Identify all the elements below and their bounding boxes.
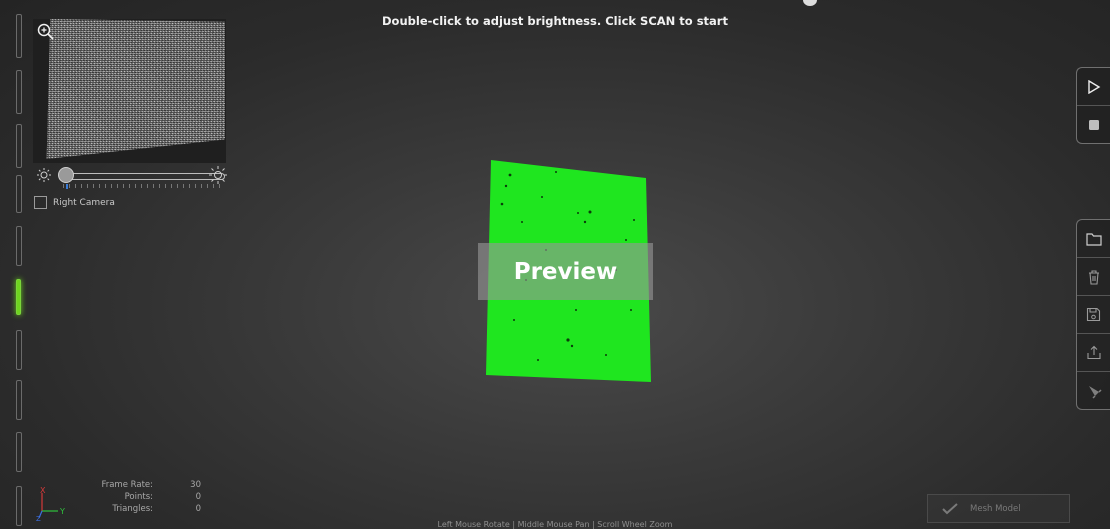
- camera-image: [46, 19, 225, 159]
- slider-thumb[interactable]: [58, 167, 74, 183]
- slider-ticks: [63, 184, 223, 188]
- brightness-slider[interactable]: [33, 164, 233, 194]
- file-toolbar: [1076, 219, 1110, 410]
- camera-preview[interactable]: [33, 19, 226, 163]
- points-label: Points:: [124, 492, 153, 502]
- scan-control-toolbar: [1076, 67, 1110, 144]
- indicator-dot: [803, 0, 817, 6]
- brush-icon[interactable]: [1077, 372, 1110, 409]
- triangles-label: Triangles:: [112, 504, 153, 514]
- mesh-model-button[interactable]: Mesh Model: [927, 494, 1070, 523]
- axis-gizmo: X Y Z: [36, 486, 65, 521]
- play-icon[interactable]: [1077, 68, 1110, 106]
- scan-stats: Frame Rate: 30 Points: 0 Triangles: 0: [78, 479, 201, 515]
- save-icon[interactable]: [1077, 296, 1110, 334]
- slider-track[interactable]: [61, 173, 225, 180]
- frame-rate-label: Frame Rate:: [101, 480, 153, 490]
- mouse-controls-hint: Left Mouse Rotate | Middle Mouse Pan | S…: [437, 520, 673, 529]
- preview-overlay: Preview: [478, 243, 653, 300]
- step-indicator-9[interactable]: [16, 432, 22, 472]
- step-indicator-6-active[interactable]: [16, 279, 21, 315]
- right-camera-toggle[interactable]: Right Camera: [34, 196, 115, 209]
- zoom-in-icon[interactable]: [36, 22, 56, 42]
- step-indicator-7[interactable]: [16, 330, 22, 370]
- axis-x-label: X: [40, 486, 46, 495]
- points-value: 0: [195, 492, 201, 502]
- step-indicator-3[interactable]: [16, 124, 22, 168]
- right-camera-label: Right Camera: [53, 197, 115, 208]
- brightness-low-icon: [37, 168, 51, 182]
- checkmark-icon: [942, 502, 958, 514]
- axis-y-label: Y: [59, 507, 65, 516]
- triangles-value: 0: [195, 504, 201, 514]
- mesh-model-label: Mesh Model: [970, 503, 1021, 514]
- export-icon[interactable]: [1077, 334, 1110, 372]
- stop-icon[interactable]: [1077, 106, 1110, 143]
- trash-icon[interactable]: [1077, 258, 1110, 296]
- step-indicator-5[interactable]: [16, 226, 22, 266]
- step-indicator-4[interactable]: [16, 175, 22, 213]
- step-indicator-2[interactable]: [16, 70, 22, 114]
- step-indicator-1[interactable]: [16, 14, 22, 58]
- step-indicator-8[interactable]: [16, 380, 22, 420]
- slider-active-tick: [66, 184, 68, 189]
- brightness-high-icon: [209, 166, 227, 184]
- frame-rate-value: 30: [190, 480, 201, 490]
- folder-icon[interactable]: [1077, 220, 1110, 258]
- right-camera-checkbox[interactable]: [34, 196, 47, 209]
